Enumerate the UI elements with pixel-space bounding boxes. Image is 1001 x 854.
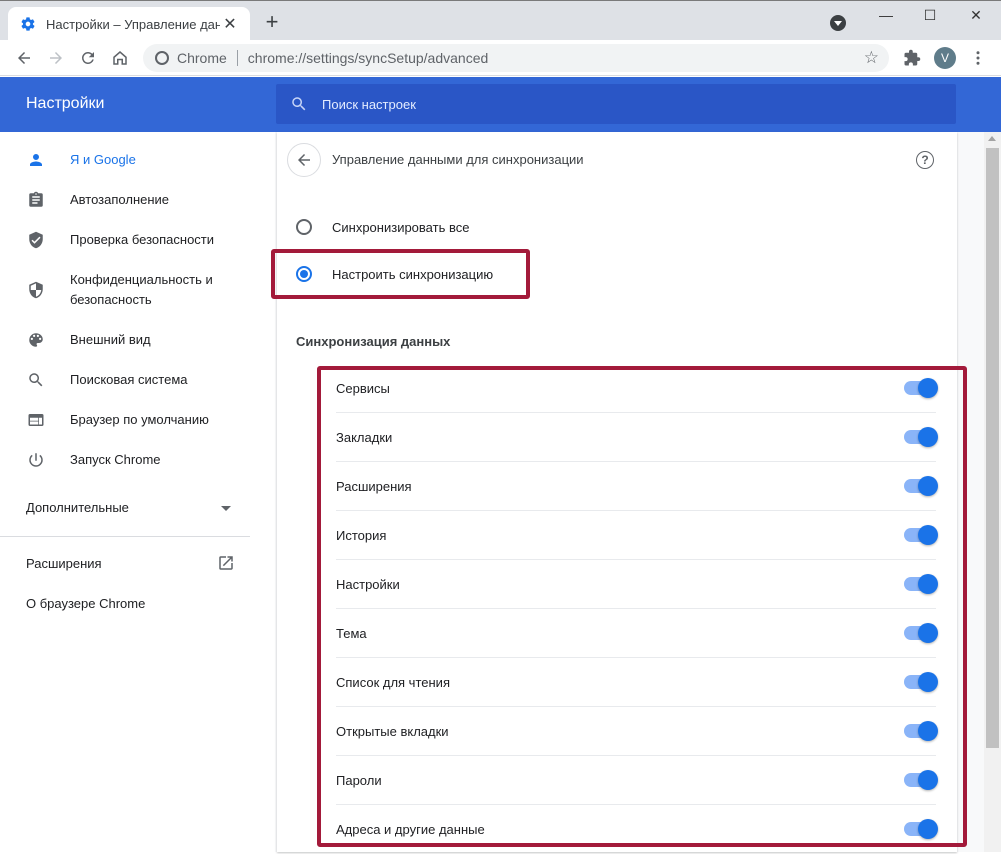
sidebar-item-label: Автозаполнение [70,192,170,207]
sidebar-item-default-browser[interactable]: Браузер по умолчанию [0,410,275,430]
sidebar-item-extensions[interactable]: Расширения [0,554,275,574]
sidebar-item-label: Внешний вид [70,332,151,347]
person-icon [26,150,46,170]
sidebar-item-label: Проверка безопасности [70,232,215,247]
extensions-label: Расширения [26,556,102,571]
sidebar-item-label: Конфиденциальность и безопасность [70,272,213,307]
sidebar-divider [0,536,250,537]
scroll-up-icon[interactable] [988,136,996,141]
sidebar-item-autofill[interactable]: Автозаполнение [0,190,275,210]
radio-sync-all[interactable]: Синхронизировать все [296,219,469,235]
close-window-button[interactable]: ✕ [954,3,998,27]
sidebar-item-label: Поисковая система [70,372,188,387]
browser-tab[interactable]: Настройки – Управление данн ✕ [8,7,250,41]
settings-sidebar: Я и Google Автозаполнение Проверка безоп… [0,132,275,852]
sidebar-item-on-startup[interactable]: Запуск Chrome [0,450,275,470]
sidebar-item-search-engine[interactable]: Поисковая система [0,370,275,390]
forward-arrow-icon[interactable] [44,46,68,70]
advanced-label: Дополнительные [26,500,129,515]
sidebar-item-safety-check[interactable]: Проверка безопасности [0,230,275,250]
tab-search-icon[interactable] [830,15,846,31]
site-label: Chrome [177,50,227,66]
help-icon[interactable]: ? [916,151,934,169]
sidebar-item-privacy[interactable]: Конфиденциальность и безопасность [0,270,275,310]
shield-check-icon [26,230,46,250]
address-bar[interactable]: Chrome chrome://settings/syncSetup/advan… [143,44,889,72]
about-label: О браузере Chrome [26,596,146,611]
omnibox-separator [236,50,238,66]
sidebar-item-label: Браузер по умолчанию [70,412,209,427]
highlight-frame-radio [271,249,530,299]
home-icon[interactable] [108,46,132,70]
bookmark-star-icon[interactable]: ☆ [864,48,879,68]
section-title: Синхронизация данных [296,334,451,349]
menu-kebab-icon[interactable] [966,46,990,70]
chrome-site-icon[interactable] [155,51,169,65]
tab-strip: Настройки – Управление данн ✕ + — ☐ ✕ [0,0,1001,41]
profile-avatar[interactable]: V [934,47,956,69]
chevron-down-icon [221,506,231,511]
search-icon [292,97,306,111]
close-tab-icon[interactable]: ✕ [220,14,240,34]
back-button[interactable] [287,143,321,177]
power-icon [26,450,46,470]
minimize-button[interactable]: — [864,3,908,27]
shield-half-icon [26,280,46,300]
browser-window-icon [26,410,46,430]
extensions-puzzle-icon[interactable] [900,46,924,70]
clipboard-icon [26,190,46,210]
settings-gear-icon [21,17,35,31]
sidebar-item-label: Я и Google [70,152,136,167]
settings-search-input[interactable]: Поиск настроек [276,84,956,124]
tab-title: Настройки – Управление данн [46,16,220,32]
search-placeholder: Поиск настроек [322,96,416,112]
external-link-icon [217,554,235,575]
maximize-button[interactable]: ☐ [908,3,952,27]
sidebar-item-you-and-google[interactable]: Я и Google [0,150,275,170]
sidebar-item-appearance[interactable]: Внешний вид [0,330,275,350]
page-title: Управление данными для синхронизации [332,152,584,167]
sidebar-advanced-toggle[interactable]: Дополнительные [0,498,275,518]
reload-icon[interactable] [76,46,100,70]
url-text[interactable]: chrome://settings/syncSetup/advanced [248,50,488,66]
palette-icon [26,330,46,350]
new-tab-button[interactable]: + [260,11,284,35]
back-arrow-icon[interactable] [12,46,36,70]
sidebar-item-label: Запуск Chrome [70,452,161,467]
scrollbar-thumb[interactable] [986,148,999,748]
radio-label: Синхронизировать все [332,219,470,235]
radio-button[interactable] [296,219,312,235]
search-icon [26,370,46,390]
settings-title: Настройки [26,95,105,112]
sidebar-item-about-chrome[interactable]: О браузере Chrome [0,594,275,614]
highlight-frame-sync-list [317,366,967,847]
scrollbar[interactable] [984,132,1001,852]
back-arrow-icon [298,154,310,166]
